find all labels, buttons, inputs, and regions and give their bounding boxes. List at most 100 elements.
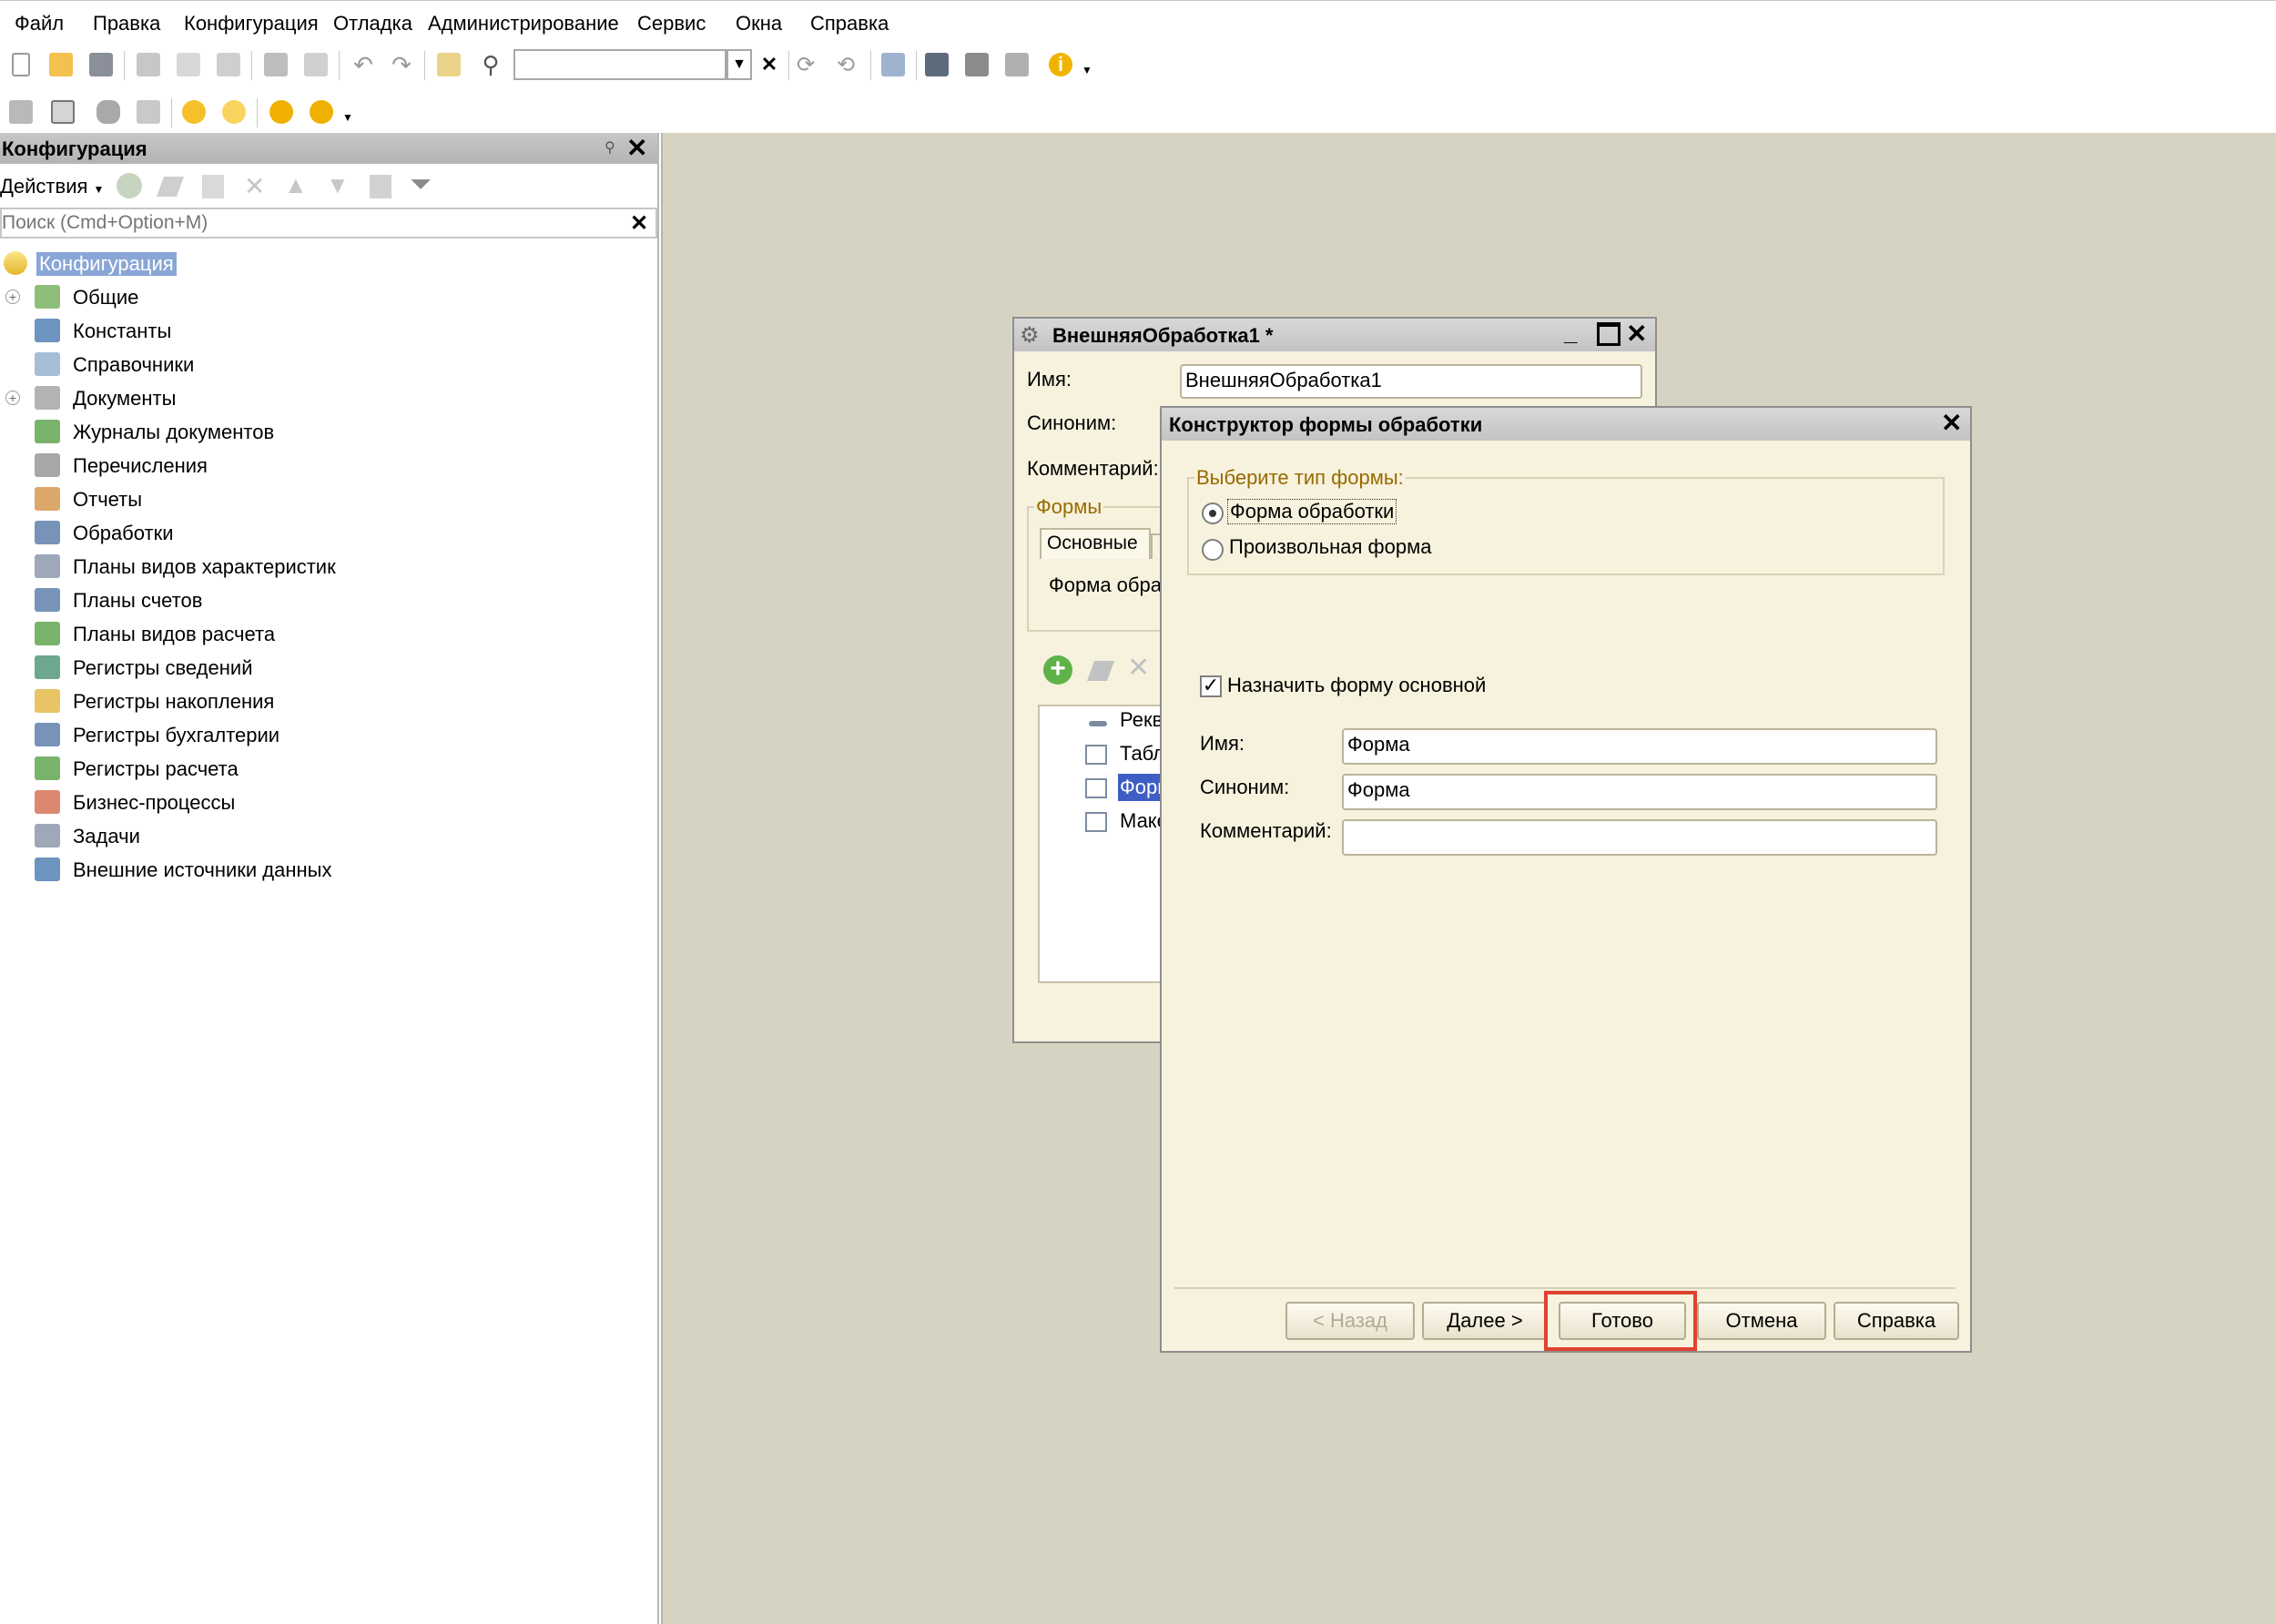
tree-node[interactable]: + Документы <box>0 382 657 413</box>
tree-node[interactable]: Регистры сведений <box>0 652 657 683</box>
set-main-form-label[interactable]: Назначить форму основной <box>1227 674 1486 697</box>
processor-tree-item[interactable]: Табл <box>1120 742 1164 766</box>
expand-icon[interactable]: + <box>5 391 20 405</box>
add-item-icon[interactable]: + <box>1043 655 1072 685</box>
tree-node[interactable]: Задачи <box>0 820 657 851</box>
object-properties-button[interactable] <box>133 96 164 127</box>
menu-windows[interactable]: Окна <box>736 12 782 36</box>
menu-administration[interactable]: Администрирование <box>428 12 619 36</box>
find-next-button[interactable]: ⟳ <box>790 49 821 80</box>
tree-node[interactable]: Планы видов характеристик <box>0 551 657 582</box>
syntax-helper-button[interactable] <box>921 49 952 80</box>
toolbar-more-button[interactable]: ▼ <box>1078 55 1096 86</box>
maximize-icon[interactable] <box>1597 322 1621 346</box>
wizard-synonym-field[interactable]: Форма <box>1342 774 1937 810</box>
tree-node[interactable]: Бизнес-процессы <box>0 787 657 817</box>
filter-icon[interactable]: ⏷ <box>410 169 432 200</box>
panel-search-input[interactable] <box>2 209 621 237</box>
panel-search-field[interactable]: ✕ <box>0 208 657 239</box>
wizard-comment-field[interactable] <box>1342 819 1937 856</box>
open-config-button[interactable] <box>5 96 36 127</box>
connect-debug-button[interactable] <box>266 96 297 127</box>
close-processor-icon[interactable]: ✕ <box>1626 321 1647 347</box>
radio-arbitrary-form-label[interactable]: Произвольная форма <box>1229 535 1432 559</box>
start-debug-button[interactable] <box>178 96 209 127</box>
windows-button[interactable] <box>878 49 909 80</box>
menu-configuration[interactable]: Конфигурация <box>184 12 319 36</box>
toolbar2-more-button[interactable]: ▼ <box>339 102 357 133</box>
quick-help-button[interactable] <box>961 49 992 80</box>
debug-targets-button[interactable] <box>306 96 337 127</box>
start-enterprise-button[interactable] <box>218 96 249 127</box>
edit-item-icon[interactable] <box>1086 661 1115 681</box>
templates-button[interactable] <box>1001 49 1032 80</box>
tree-node[interactable]: Перечисления <box>0 450 657 481</box>
tree-node[interactable]: Константы <box>0 315 657 346</box>
tree-node[interactable]: Журналы документов <box>0 416 657 447</box>
pin-icon[interactable]: ⚲ <box>605 138 615 157</box>
save-button[interactable] <box>86 49 117 80</box>
processor-name-field[interactable]: ВнешняяОбработка1 <box>1180 364 1642 399</box>
sort-icon[interactable] <box>370 175 391 198</box>
toolbar-search-dropdown[interactable]: ▼ <box>726 49 752 80</box>
clear-search-icon[interactable]: ✕ <box>630 210 648 237</box>
tree-node[interactable]: Обработки <box>0 517 657 548</box>
tree-node[interactable]: Конфигурация <box>0 248 657 279</box>
copy-button[interactable] <box>173 49 204 80</box>
paste-button[interactable] <box>213 49 244 80</box>
toolbar-search-input[interactable] <box>513 49 726 80</box>
back-button[interactable]: < Назад <box>1285 1302 1415 1340</box>
menu-edit[interactable]: Правка <box>93 12 160 36</box>
redo-button[interactable]: ↷ <box>386 49 417 80</box>
tree-node[interactable]: Планы счетов <box>0 584 657 615</box>
menu-help[interactable]: Справка <box>810 12 889 36</box>
find-button[interactable]: ⚲ <box>475 49 506 80</box>
menu-file[interactable]: Файл <box>15 12 64 36</box>
new-file-button[interactable] <box>5 49 36 80</box>
radio-processor-form[interactable] <box>1202 502 1224 524</box>
wizard-name-field[interactable]: Форма <box>1342 728 1937 765</box>
print-preview-button[interactable] <box>300 49 331 80</box>
minimize-icon[interactable]: _ <box>1564 319 1577 347</box>
undo-button[interactable]: ↶ <box>348 49 379 80</box>
add-icon[interactable] <box>117 173 142 198</box>
edit-icon[interactable] <box>156 177 185 197</box>
close-wizard-icon[interactable]: ✕ <box>1941 411 1962 436</box>
compare-config-button[interactable] <box>47 96 78 127</box>
tree-node[interactable]: Внешние источники данных <box>0 854 657 885</box>
print-button[interactable] <box>260 49 291 80</box>
tree-node[interactable]: Регистры накопления <box>0 685 657 716</box>
find-previous-button[interactable]: ⟲ <box>830 49 861 80</box>
tree-node[interactable]: Отчеты <box>0 483 657 514</box>
update-db-button[interactable] <box>93 96 124 127</box>
find-in-files-button[interactable] <box>433 49 464 80</box>
copy-item-icon[interactable] <box>202 175 224 198</box>
delete-icon[interactable]: ✕ <box>244 171 265 201</box>
actions-menu[interactable]: Действия ▼ <box>0 175 104 198</box>
cut-button[interactable] <box>133 49 164 80</box>
move-up-icon[interactable]: ▲ <box>284 171 308 199</box>
tree-node[interactable]: Регистры расчета <box>0 753 657 784</box>
radio-arbitrary-form[interactable] <box>1202 539 1224 561</box>
wizard-synonym-label: Синоним: <box>1200 776 1290 798</box>
next-button[interactable]: Далее > <box>1422 1302 1548 1340</box>
open-button[interactable] <box>46 49 76 80</box>
expand-icon[interactable]: + <box>5 289 20 304</box>
menu-debug[interactable]: Отладка <box>333 12 412 36</box>
menu-service[interactable]: Сервис <box>637 12 706 36</box>
cancel-button[interactable]: Отмена <box>1697 1302 1826 1340</box>
processor-tree-item[interactable]: Рекв <box>1120 708 1163 732</box>
radio-processor-form-label[interactable]: Форма обработки <box>1227 499 1397 524</box>
tree-node[interactable]: Планы видов расчета <box>0 618 657 649</box>
tab-main[interactable]: Основные <box>1040 528 1151 559</box>
tree-node[interactable]: Справочники <box>0 349 657 380</box>
move-down-icon[interactable]: ▼ <box>326 171 350 199</box>
tree-node[interactable]: Регистры бухгалтерии <box>0 719 657 750</box>
set-main-form-checkbox[interactable]: ✓ <box>1200 675 1222 697</box>
tree-node[interactable]: + Общие <box>0 281 657 312</box>
delete-item-icon[interactable]: ✕ <box>1127 652 1150 684</box>
toolbar-search-clear[interactable]: ✕ <box>756 49 783 80</box>
help-button[interactable]: Справка <box>1834 1302 1959 1340</box>
close-panel-icon[interactable]: ✕ <box>626 136 647 161</box>
about-button[interactable]: i <box>1045 49 1076 80</box>
